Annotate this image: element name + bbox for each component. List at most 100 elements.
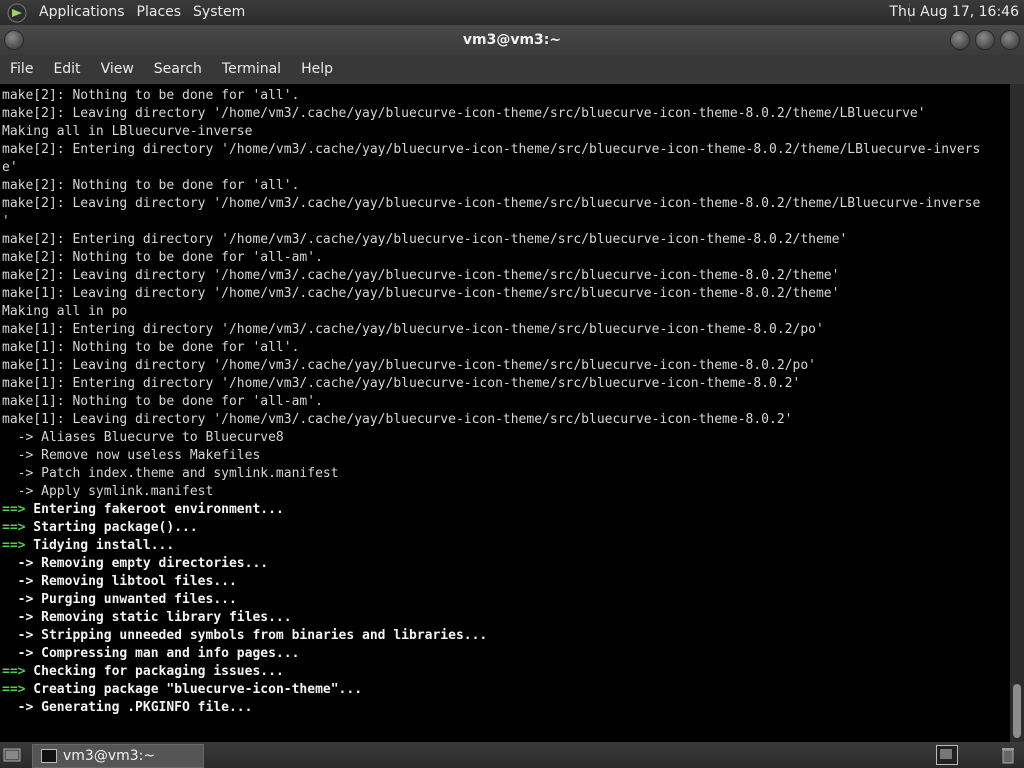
terminal-line: make[1]: Leaving directory '/home/vm3/.c…	[2, 357, 1010, 375]
terminal-line: '	[2, 213, 1010, 231]
terminal-line-text: -> Stripping unneeded symbols from binar…	[2, 628, 488, 643]
prompt-arrow: ==>	[2, 664, 26, 679]
terminal-line-text: -> Compressing man and info pages...	[2, 646, 300, 661]
terminal-lines: make[2]: Nothing to be done for 'all'. ma…	[0, 84, 1010, 717]
terminal-line: make[2]: Leaving directory '/home/vm3/.c…	[2, 267, 1010, 285]
terminal-line: -> Remove now useless Makefiles	[2, 447, 1010, 465]
show-desktop-icon[interactable]	[3, 746, 21, 764]
applications-menu[interactable]: Applications	[33, 0, 131, 25]
terminal-line-text: make[1]: Leaving directory '/home/vm3/.c…	[2, 286, 840, 301]
menu-search[interactable]: Search	[144, 55, 212, 84]
places-menu[interactable]: Places	[131, 0, 188, 25]
terminal-line: make[1]: Nothing to be done for 'all-am'…	[2, 393, 1010, 411]
terminal-line: Making all in po	[2, 303, 1010, 321]
terminal-line: make[1]: Leaving directory '/home/vm3/.c…	[2, 285, 1010, 303]
terminal-line: -> Generating .PKGINFO file...	[2, 699, 1010, 717]
terminal-line-text: Starting package()...	[25, 520, 198, 535]
terminal-line-text: -> Generating .PKGINFO file...	[2, 700, 253, 715]
terminal-line-text: make[2]: Entering directory '/home/vm3/.…	[2, 232, 848, 247]
terminal-menu-bar: File Edit View Search Terminal Help	[0, 55, 1024, 84]
terminal-line: ==> Checking for packaging issues...	[2, 663, 1010, 681]
terminal-line: make[1]: Leaving directory '/home/vm3/.c…	[2, 411, 1010, 429]
menu-help[interactable]: Help	[291, 55, 343, 84]
terminal-line: -> Compressing man and info pages...	[2, 645, 1010, 663]
terminal-line: Making all in LBluecurve-inverse	[2, 123, 1010, 141]
terminal-line: make[1]: Nothing to be done for 'all'.	[2, 339, 1010, 357]
terminal-line-text: make[2]: Nothing to be done for 'all-am'…	[2, 250, 323, 265]
terminal-line-text: make[2]: Leaving directory '/home/vm3/.c…	[2, 268, 840, 283]
taskbar-task-label: vm3@vm3:~	[63, 748, 156, 764]
gnome-foot-icon[interactable]	[7, 3, 27, 23]
terminal-line-text: make[2]: Entering directory '/home/vm3/.…	[2, 142, 981, 157]
terminal-line: make[2]: Entering directory '/home/vm3/.…	[2, 231, 1010, 249]
terminal-line-text: make[1]: Entering directory '/home/vm3/.…	[2, 376, 801, 391]
menu-file[interactable]: File	[0, 55, 43, 84]
window-title-bar[interactable]: vm3@vm3:~	[0, 25, 1024, 55]
menu-terminal[interactable]: Terminal	[212, 55, 291, 84]
terminal-line: -> Apply symlink.manifest	[2, 483, 1010, 501]
minimize-button[interactable]	[950, 30, 970, 50]
terminal-line-text: make[1]: Nothing to be done for 'all'.	[2, 340, 300, 355]
bottom-panel: vm3@vm3:~	[0, 742, 1024, 768]
terminal-line-text: -> Aliases Bluecurve to Bluecurve8	[2, 430, 284, 445]
terminal-line: ==> Starting package()...	[2, 519, 1010, 537]
terminal-line-text: -> Purging unwanted files...	[2, 592, 237, 607]
menu-view[interactable]: View	[91, 55, 144, 84]
terminal-icon	[41, 749, 57, 763]
terminal-line-text: -> Removing empty directories...	[2, 556, 269, 571]
taskbar-terminal-button[interactable]: vm3@vm3:~	[32, 744, 204, 768]
prompt-arrow: ==>	[2, 520, 26, 535]
prompt-arrow: ==>	[2, 682, 26, 697]
clock[interactable]: Thu Aug 17, 16:46	[889, 0, 1019, 25]
terminal-output[interactable]: make[2]: Nothing to be done for 'all'. ma…	[0, 84, 1010, 742]
system-menu[interactable]: System	[187, 0, 251, 25]
terminal-line: make[2]: Leaving directory '/home/vm3/.c…	[2, 195, 1010, 213]
terminal-line-text: e'	[2, 160, 18, 175]
terminal-line: -> Aliases Bluecurve to Bluecurve8	[2, 429, 1010, 447]
terminal-line: ==> Tidying install...	[2, 537, 1010, 555]
menu-edit[interactable]: Edit	[43, 55, 90, 84]
terminal-line-text: make[1]: Nothing to be done for 'all-am'…	[2, 394, 323, 409]
terminal-line-text: make[2]: Nothing to be done for 'all'.	[2, 88, 300, 103]
terminal-line: make[2]: Nothing to be done for 'all'.	[2, 87, 1010, 105]
terminal-line-text: -> Remove now useless Makefiles	[2, 448, 261, 463]
terminal-line: make[1]: Entering directory '/home/vm3/.…	[2, 375, 1010, 393]
terminal-line-text: make[2]: Leaving directory '/home/vm3/.c…	[2, 196, 981, 211]
terminal-line-text: -> Removing static library files...	[2, 610, 292, 625]
maximize-button[interactable]	[975, 30, 995, 50]
terminal-line-text: -> Removing libtool files...	[2, 574, 237, 589]
terminal-line-text: -> Patch index.theme and symlink.manifes…	[2, 466, 339, 481]
terminal-line-text: Tidying install...	[25, 538, 175, 553]
terminal-line: make[2]: Leaving directory '/home/vm3/.c…	[2, 105, 1010, 123]
terminal-line-text: make[2]: Nothing to be done for 'all'.	[2, 178, 300, 193]
terminal-line-text: Creating package "bluecurve-icon-theme".…	[25, 682, 363, 697]
terminal-line: -> Stripping unneeded symbols from binar…	[2, 627, 1010, 645]
scrollbar-thumb[interactable]	[1013, 684, 1021, 738]
terminal-line-text: make[2]: Leaving directory '/home/vm3/.c…	[2, 106, 926, 121]
terminal-scrollbar[interactable]	[1010, 84, 1024, 742]
terminal-line: ==> Creating package "bluecurve-icon-the…	[2, 681, 1010, 699]
terminal-line-text: Making all in po	[2, 304, 128, 319]
prompt-arrow: ==>	[2, 502, 26, 517]
terminal-line-text: '	[2, 214, 10, 229]
terminal-line-text: Checking for packaging issues...	[25, 664, 284, 679]
terminal-line-text: make[1]: Entering directory '/home/vm3/.…	[2, 322, 824, 337]
terminal-line: make[2]: Nothing to be done for 'all-am'…	[2, 249, 1010, 267]
terminal-line-text: make[1]: Leaving directory '/home/vm3/.c…	[2, 358, 816, 373]
workspace-switcher-icon[interactable]	[936, 745, 958, 765]
terminal-line: -> Patch index.theme and symlink.manifes…	[2, 465, 1010, 483]
terminal-line: -> Removing static library files...	[2, 609, 1010, 627]
trash-icon[interactable]	[1000, 746, 1016, 764]
terminal-line: -> Removing empty directories...	[2, 555, 1010, 573]
terminal-line: make[2]: Nothing to be done for 'all'.	[2, 177, 1010, 195]
terminal-line: e'	[2, 159, 1010, 177]
terminal-line: ==> Entering fakeroot environment...	[2, 501, 1010, 519]
terminal-line-text: Making all in LBluecurve-inverse	[2, 124, 253, 139]
terminal-line-text: make[1]: Leaving directory '/home/vm3/.c…	[2, 412, 793, 427]
prompt-arrow: ==>	[2, 538, 26, 553]
terminal-line: -> Removing libtool files...	[2, 573, 1010, 591]
terminal-line: make[1]: Entering directory '/home/vm3/.…	[2, 321, 1010, 339]
top-panel: Applications Places System Thu Aug 17, 1…	[0, 0, 1024, 25]
terminal-line-text: -> Apply symlink.manifest	[2, 484, 214, 499]
close-button[interactable]	[1000, 30, 1020, 50]
